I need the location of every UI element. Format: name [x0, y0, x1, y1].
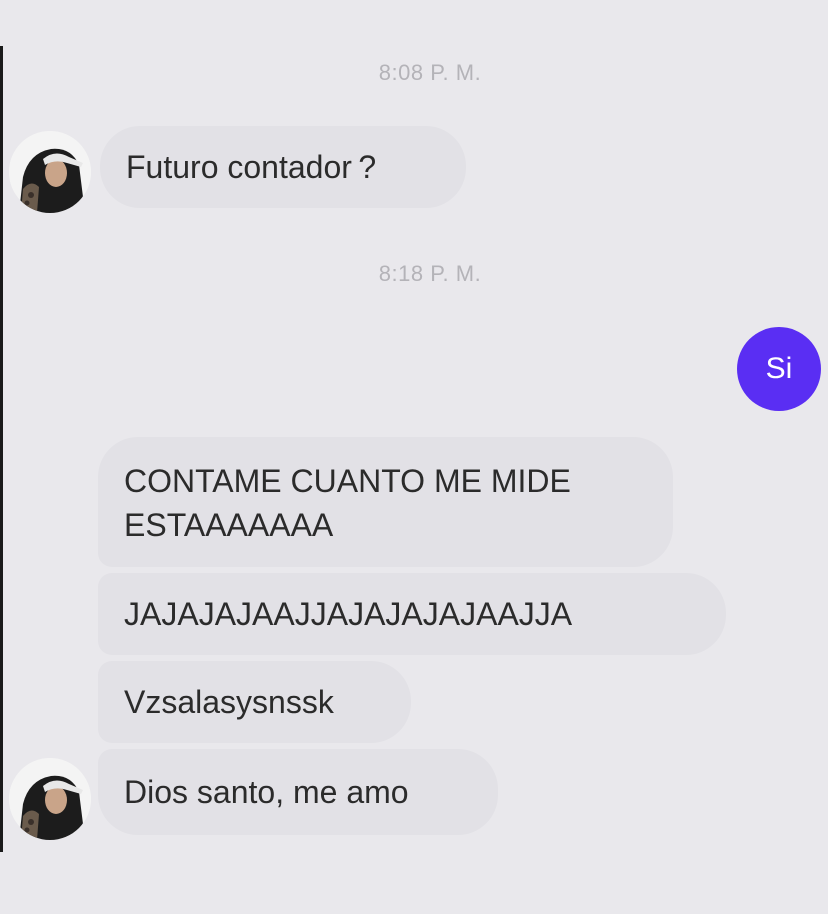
timestamp: 8:08 P. M. [378, 60, 482, 85]
incoming-message[interactable]: CONTAME CUANTO ME MIDE ESTAAAAAAA [98, 437, 673, 567]
message-text: Vzsalasysnssk [124, 684, 334, 720]
message-text: Dios santo, me amo [124, 774, 409, 810]
incoming-message[interactable]: JAJAJAJAAJJAJAJAJAJAAJJA [98, 573, 726, 655]
incoming-message[interactable]: Futuro contador ? [100, 126, 466, 208]
message-text: Si [765, 352, 793, 385]
outgoing-message[interactable]: Si [737, 327, 821, 411]
incoming-message[interactable]: Dios santo, me amo [98, 749, 498, 835]
avatar[interactable] [9, 131, 91, 213]
message-text: JAJAJAJAAJJAJAJAJAJAAJJA [124, 596, 573, 632]
timestamp: 8:18 P. M. [378, 261, 482, 286]
message-text: CONTAME CUANTO ME MIDE ESTAAAAAAA [124, 463, 571, 543]
incoming-message[interactable]: Vzsalasysnssk [98, 661, 411, 743]
left-edge-divider [0, 46, 3, 852]
avatar-person-icon [9, 758, 91, 840]
avatar-person-icon [9, 131, 91, 213]
message-text: Futuro contador ? [126, 149, 377, 185]
chat-screen: 8:08 P. M. Futuro contador ? 8:18 P. M. … [0, 0, 828, 914]
avatar[interactable] [9, 758, 91, 840]
